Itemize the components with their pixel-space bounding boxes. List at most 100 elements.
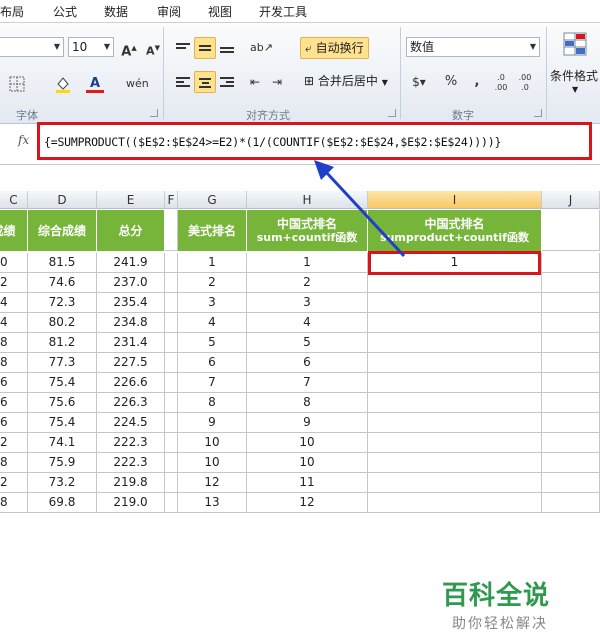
cell-h[interactable]: 5: [247, 333, 368, 353]
borders-icon[interactable]: [6, 73, 28, 95]
phonetic-icon[interactable]: wén: [126, 73, 149, 95]
cell-j-header[interactable]: [542, 210, 600, 251]
cell-f[interactable]: [165, 433, 178, 453]
cell-e[interactable]: 237.0: [97, 273, 165, 293]
cell-g[interactable]: 13: [178, 493, 247, 513]
cell-e[interactable]: 235.4: [97, 293, 165, 313]
decrease-indent-icon[interactable]: ⇤: [244, 71, 266, 93]
cell-j[interactable]: [542, 493, 600, 513]
cell-c[interactable]: 8: [0, 353, 28, 373]
cell-h[interactable]: 10: [247, 433, 368, 453]
column-header-d[interactable]: D: [28, 191, 97, 209]
cell-g[interactable]: 4: [178, 313, 247, 333]
column-header-e[interactable]: E: [97, 191, 165, 209]
align-top-icon[interactable]: [172, 37, 194, 59]
cell-f[interactable]: [165, 453, 178, 473]
cell-e[interactable]: 222.3: [97, 453, 165, 473]
cell-c[interactable]: 2: [0, 473, 28, 493]
cell-f[interactable]: [165, 373, 178, 393]
column-header-f[interactable]: F: [165, 191, 178, 209]
cell-h[interactable]: 10: [247, 453, 368, 473]
cell-g[interactable]: 5: [178, 333, 247, 353]
percent-icon[interactable]: %: [440, 71, 462, 93]
cell-h[interactable]: 2: [247, 273, 368, 293]
cell-e[interactable]: 226.6: [97, 373, 165, 393]
cell-c[interactable]: 8: [0, 493, 28, 513]
font-color-icon[interactable]: A: [84, 73, 106, 95]
cell-f[interactable]: [165, 333, 178, 353]
cell-i[interactable]: [368, 493, 542, 513]
cell-g[interactable]: 3: [178, 293, 247, 313]
comma-icon[interactable]: ,: [466, 71, 488, 93]
cell-d[interactable]: 69.8: [28, 493, 97, 513]
font-dialog-launcher-icon[interactable]: [150, 109, 158, 117]
fill-color-icon[interactable]: [52, 73, 74, 95]
cell-j[interactable]: [542, 293, 600, 313]
cell-h[interactable]: 12: [247, 493, 368, 513]
currency-icon[interactable]: $▾: [408, 71, 430, 93]
cell-e[interactable]: 241.9: [97, 253, 165, 273]
cell-d[interactable]: 73.2: [28, 473, 97, 493]
cell-j[interactable]: [542, 273, 600, 293]
cell-e[interactable]: 227.5: [97, 353, 165, 373]
cell-i[interactable]: [368, 433, 542, 453]
cell-f[interactable]: [165, 413, 178, 433]
cell-f[interactable]: [165, 493, 178, 513]
cell-c[interactable]: 6: [0, 373, 28, 393]
cell-g[interactable]: 10: [178, 433, 247, 453]
menu-view[interactable]: 视图: [208, 3, 232, 20]
menu-developer[interactable]: 开发工具: [259, 3, 307, 20]
cell-i[interactable]: [368, 473, 542, 493]
cell-i[interactable]: [368, 353, 542, 373]
align-middle-icon[interactable]: [194, 37, 216, 59]
column-header-g[interactable]: G: [178, 191, 247, 209]
cell-i[interactable]: [368, 453, 542, 473]
cell-d[interactable]: 81.5: [28, 253, 97, 273]
cell-h[interactable]: 1: [247, 253, 368, 273]
header-cell-c[interactable]: 成绩: [0, 210, 28, 251]
cell-j[interactable]: [542, 353, 600, 373]
cell-i[interactable]: [368, 293, 542, 313]
cell-e[interactable]: 222.3: [97, 433, 165, 453]
cell-h[interactable]: 3: [247, 293, 368, 313]
cell-g[interactable]: 9: [178, 413, 247, 433]
cell-c[interactable]: 8: [0, 333, 28, 353]
cell-h[interactable]: 7: [247, 373, 368, 393]
align-bottom-icon[interactable]: [216, 37, 238, 59]
cell-g[interactable]: 7: [178, 373, 247, 393]
align-center-icon[interactable]: [194, 71, 216, 93]
cell-i[interactable]: [368, 273, 542, 293]
cell-g[interactable]: 10: [178, 453, 247, 473]
cell-i[interactable]: [368, 313, 542, 333]
cell-e[interactable]: 226.3: [97, 393, 165, 413]
decrease-decimal-icon[interactable]: .00.0: [514, 71, 536, 93]
menu-data[interactable]: 数据: [104, 3, 128, 20]
cell-j[interactable]: [542, 373, 600, 393]
number-format-dropdown[interactable]: 数值 ▼: [406, 37, 540, 57]
cell-d[interactable]: 74.1: [28, 433, 97, 453]
merge-center-button[interactable]: ⊞ 合并后居中 ▼: [300, 71, 392, 93]
cell-d[interactable]: 80.2: [28, 313, 97, 333]
cell-e[interactable]: 224.5: [97, 413, 165, 433]
cell-g[interactable]: 6: [178, 353, 247, 373]
cell-d[interactable]: 75.9: [28, 453, 97, 473]
cell-f[interactable]: [165, 353, 178, 373]
header-cell-e[interactable]: 总分: [97, 210, 165, 251]
cell-h[interactable]: 9: [247, 413, 368, 433]
cell-d[interactable]: 75.4: [28, 413, 97, 433]
cell-c[interactable]: 4: [0, 313, 28, 333]
cell-c[interactable]: 8: [0, 453, 28, 473]
number-dialog-launcher-icon[interactable]: [534, 109, 542, 117]
cell-f[interactable]: [165, 293, 178, 313]
cell-g[interactable]: 2: [178, 273, 247, 293]
fx-icon[interactable]: fx: [18, 133, 29, 147]
align-right-icon[interactable]: [216, 71, 238, 93]
cell-j[interactable]: [542, 313, 600, 333]
align-left-icon[interactable]: [172, 71, 194, 93]
cell-j[interactable]: [542, 393, 600, 413]
cell-e[interactable]: 219.8: [97, 473, 165, 493]
menu-layout[interactable]: 布局: [0, 3, 24, 20]
conditional-format-button[interactable]: 条件格式 ▼: [548, 31, 600, 107]
cell-c[interactable]: 0: [0, 253, 28, 273]
cell-i[interactable]: [368, 373, 542, 393]
